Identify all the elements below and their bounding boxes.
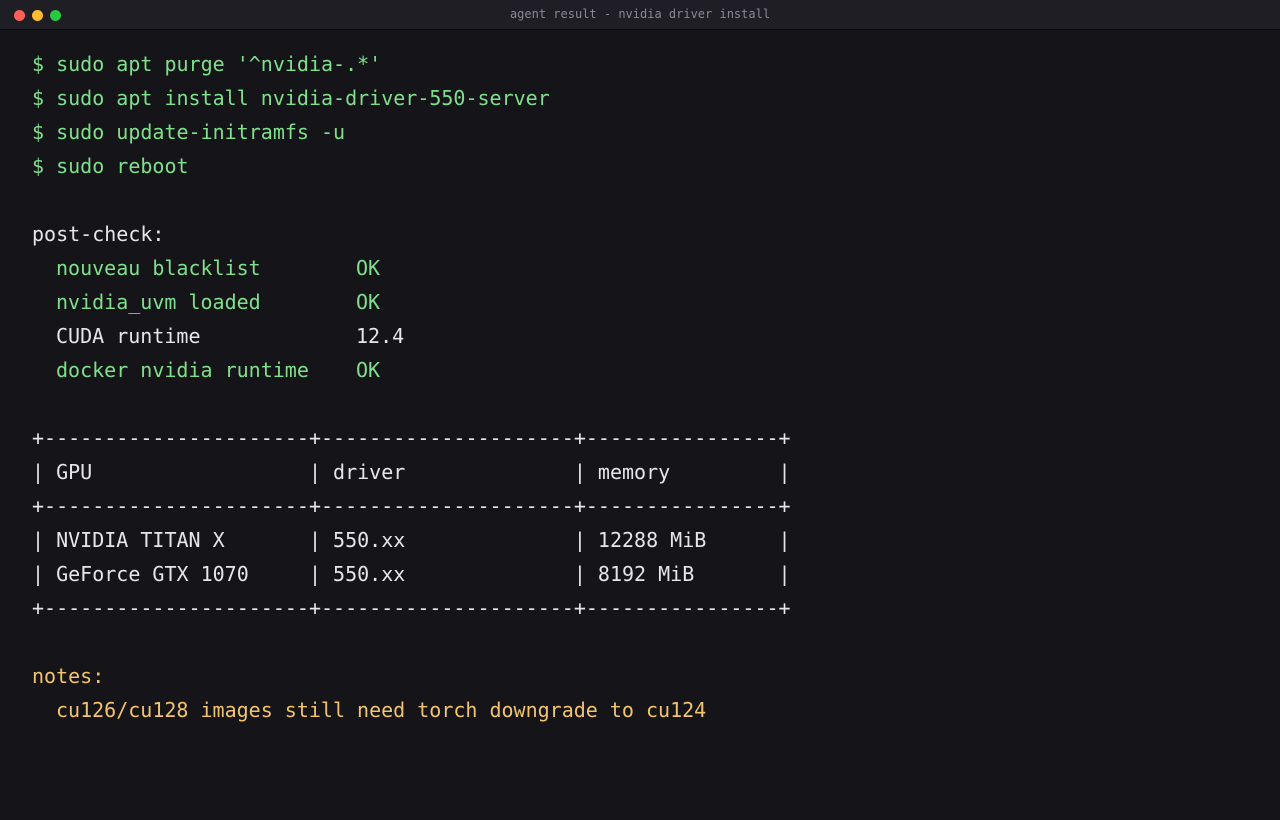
table-border: +----------------------+----------------… [32, 494, 791, 518]
command-line: $ sudo apt purge '^nvidia-.*' [32, 52, 382, 76]
table-header-row: | GPU | driver | memory | [32, 460, 791, 484]
post-check-label: nouveau blacklist [56, 256, 261, 280]
title-bar: agent result - nvidia driver install [0, 0, 1280, 30]
command-line: $ sudo update-initramfs -u [32, 120, 346, 144]
post-check-value: OK [356, 256, 381, 280]
post-check-value: 12.4 [356, 324, 405, 348]
post-check-value: OK [356, 358, 381, 382]
post-check-heading: post-check: [32, 222, 165, 246]
table-row: | NVIDIA TITAN X | 550.xx | 12288 MiB | [32, 528, 791, 552]
post-check-item: nouveau blacklist OK [32, 251, 791, 285]
post-check-item: nvidia_uvm loaded OK [32, 285, 791, 319]
post-check-item: CUDA runtime 12.4 [32, 319, 791, 353]
window-title: agent result - nvidia driver install [509, 7, 771, 21]
post-check-value: OK [356, 290, 381, 314]
terminal-window: agent result - nvidia driver install $ s… [0, 0, 1280, 820]
post-check-item: docker nvidia runtime OK [32, 353, 791, 387]
table-border: +----------------------+----------------… [32, 426, 791, 450]
table-border: +----------------------+----------------… [32, 596, 791, 620]
post-check-label: CUDA runtime [56, 324, 201, 348]
notes-item: cu126/cu128 images still need torch down… [56, 698, 707, 722]
post-check-label: docker nvidia runtime [56, 358, 309, 382]
command-line: $ sudo reboot [32, 154, 189, 178]
notes-heading: notes: [32, 664, 105, 688]
post-check-label: nvidia_uvm loaded [56, 290, 261, 314]
terminal-output[interactable]: $ sudo apt purge '^nvidia-.*' $ sudo apt… [32, 47, 791, 727]
command-line: $ sudo apt install nvidia-driver-550-ser… [32, 86, 550, 110]
table-row: | GeForce GTX 1070 | 550.xx | 8192 MiB | [32, 562, 791, 586]
